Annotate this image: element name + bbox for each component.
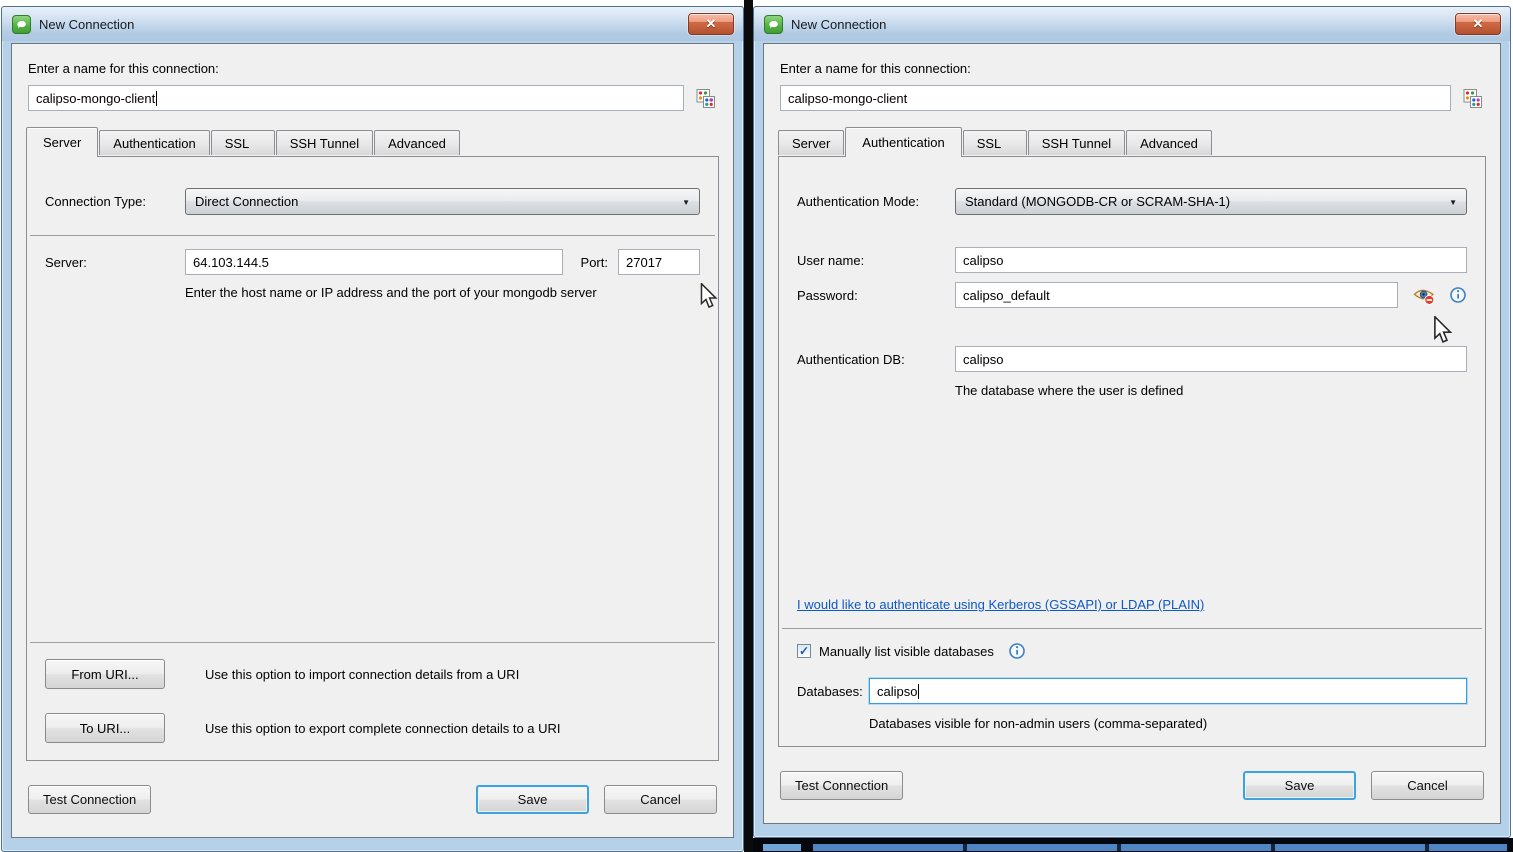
authentication-db-input[interactable]: calipso	[955, 346, 1467, 372]
separator	[782, 628, 1482, 629]
authentication-mode-label: Authentication Mode:	[797, 194, 955, 209]
connection-name-input[interactable]: calipso-mongo-client	[28, 85, 684, 111]
tab-advanced[interactable]: Advanced	[374, 130, 460, 155]
connection-name-input[interactable]: calipso-mongo-client	[780, 85, 1451, 111]
tab-ssh-tunnel[interactable]: SSH Tunnel	[276, 130, 373, 155]
tab-bar: Server Authentication SSL SSH Tunnel Adv…	[764, 127, 1500, 156]
username-input[interactable]: calipso	[955, 247, 1467, 273]
dialog-content: Enter a name for this connection: calips…	[763, 43, 1501, 824]
reveal-password-icon[interactable]	[1412, 285, 1435, 306]
separator	[30, 235, 715, 236]
app-logo-glyph	[14, 17, 29, 32]
tab-ssl[interactable]: SSL	[211, 130, 275, 155]
connection-name-section: Enter a name for this connection: calips…	[12, 44, 733, 111]
manually-list-databases-checkbox[interactable]: ✓	[797, 644, 811, 658]
authentication-db-help-text: The database where the user is defined	[779, 372, 1485, 398]
authentication-tab-panel: Authentication Mode: Standard (MONGODB-C…	[778, 156, 1486, 747]
new-connection-window-server: New Connection ✕ Enter a name for this c…	[1, 6, 744, 852]
app-icon	[12, 15, 31, 34]
app-icon	[764, 15, 783, 34]
server-input[interactable]: 64.103.144.5	[185, 249, 563, 275]
to-uri-button[interactable]: To URI...	[45, 713, 165, 743]
kerberos-ldap-link[interactable]: I would like to authenticate using Kerbe…	[797, 597, 1204, 612]
save-button[interactable]: Save	[476, 785, 589, 814]
databases-help-text: Databases visible for non-admin users (c…	[779, 704, 1485, 746]
background-app-cell	[763, 844, 801, 851]
username-label: User name:	[797, 253, 955, 268]
tab-advanced[interactable]: Advanced	[1126, 130, 1212, 155]
chevron-down-icon: ▼	[1449, 198, 1457, 207]
window-title: New Connection	[791, 17, 886, 32]
cancel-button[interactable]: Cancel	[1371, 771, 1484, 800]
titlebar[interactable]: New Connection ✕	[754, 7, 1510, 41]
tab-authentication[interactable]: Authentication	[99, 130, 209, 155]
tab-server[interactable]: Server	[26, 127, 98, 157]
authentication-mode-select[interactable]: Standard (MONGODB-CR or SCRAM-SHA-1) ▼	[955, 188, 1467, 215]
app-logo-glyph	[766, 17, 781, 32]
from-uri-help-text: Use this option to import connection det…	[205, 667, 519, 682]
password-input[interactable]: calipso_default	[955, 282, 1398, 308]
new-connection-window-authentication: New Connection ✕ Enter a name for this c…	[753, 6, 1511, 838]
mouse-cursor-icon	[699, 283, 719, 314]
connection-type-label: Connection Type:	[45, 194, 185, 209]
separator	[30, 642, 715, 643]
server-label: Server:	[45, 255, 185, 270]
chevron-down-icon: ▼	[682, 198, 690, 207]
dialog-content: Enter a name for this connection: calips…	[11, 43, 734, 838]
databases-input[interactable]: calipso	[869, 678, 1467, 704]
screenshot-stage: New Connection ✕ Enter a name for this c…	[0, 0, 1513, 852]
titlebar[interactable]: New Connection ✕	[2, 7, 743, 41]
connection-name-section: Enter a name for this connection: calips…	[764, 44, 1500, 111]
tab-ssh-tunnel[interactable]: SSH Tunnel	[1028, 130, 1125, 155]
dialog-footer: Test Connection Save Cancel	[12, 761, 733, 837]
connection-name-label: Enter a name for this connection:	[780, 61, 1484, 76]
close-button[interactable]: ✕	[688, 13, 734, 35]
databases-info-icon[interactable]	[1008, 642, 1026, 660]
tab-server[interactable]: Server	[778, 130, 844, 155]
window-title: New Connection	[39, 17, 134, 32]
close-button[interactable]: ✕	[1455, 13, 1501, 35]
tab-authentication[interactable]: Authentication	[845, 127, 961, 157]
connection-type-select[interactable]: Direct Connection ▼	[185, 188, 700, 215]
color-picker-icon[interactable]	[1461, 87, 1484, 110]
test-connection-button[interactable]: Test Connection	[780, 771, 903, 800]
background-app-strip	[753, 838, 1513, 852]
port-label: Port:	[581, 255, 608, 270]
server-tab-panel: Connection Type: Direct Connection ▼ Ser…	[26, 156, 719, 761]
tab-ssl[interactable]: SSL	[963, 130, 1027, 155]
text-caret	[156, 91, 157, 106]
save-button[interactable]: Save	[1243, 771, 1356, 800]
manually-list-databases-label: Manually list visible databases	[819, 644, 994, 659]
from-uri-button[interactable]: From URI...	[45, 659, 165, 689]
port-input[interactable]: 27017	[618, 249, 700, 275]
to-uri-help-text: Use this option to export complete conne…	[205, 721, 561, 736]
color-picker-icon[interactable]	[694, 87, 717, 110]
checkmark-icon: ✓	[799, 645, 809, 657]
tab-bar: Server Authentication SSL SSH Tunnel Adv…	[12, 127, 733, 156]
panel-spacer	[27, 300, 718, 642]
server-help-text: Enter the host name or IP address and th…	[27, 275, 718, 300]
mouse-cursor-icon	[1432, 316, 1454, 349]
text-caret	[918, 684, 919, 699]
background-app-table-header	[813, 844, 1507, 851]
screenshot-divider	[744, 0, 753, 852]
cancel-button[interactable]: Cancel	[604, 785, 717, 814]
test-connection-button[interactable]: Test Connection	[28, 785, 151, 814]
dialog-footer: Test Connection Save Cancel	[764, 747, 1500, 823]
databases-label: Databases:	[797, 684, 869, 699]
connection-name-label: Enter a name for this connection:	[28, 61, 717, 76]
password-info-icon[interactable]	[1449, 286, 1467, 304]
authentication-db-label: Authentication DB:	[797, 352, 955, 367]
password-label: Password:	[797, 288, 955, 303]
panel-spacer	[779, 398, 1485, 597]
